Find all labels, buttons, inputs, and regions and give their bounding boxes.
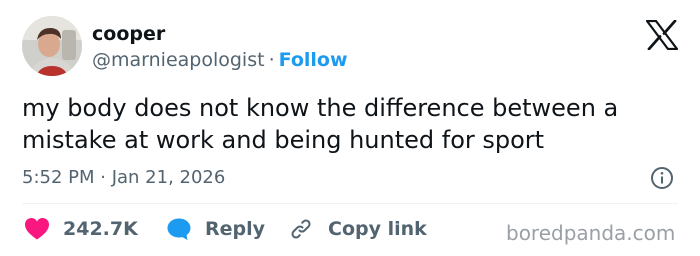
tweet-card: cooper @marnieapologist · Follow my body d… (0, 0, 700, 256)
author-handle-line: @marnieapologist · Follow (92, 48, 348, 72)
reply-button[interactable]: Reply (166, 216, 265, 242)
author-name[interactable]: cooper (92, 22, 165, 46)
tweet-timestamp[interactable]: 5:52 PM · Jan 21, 2026 (22, 166, 225, 190)
x-logo-icon[interactable] (645, 19, 679, 51)
avatar[interactable] (22, 16, 82, 76)
separator-dot: · (268, 49, 275, 71)
reply-label: Reply (205, 218, 266, 240)
copy-link-label: Copy link (328, 218, 427, 240)
heart-icon (25, 218, 49, 240)
avatar-photo (22, 16, 82, 76)
like-button[interactable]: 242.7K (24, 216, 138, 242)
source-watermark: boredpanda.com (506, 221, 676, 245)
divider (22, 203, 678, 204)
reply-bubble-icon (167, 218, 191, 240)
info-icon[interactable] (650, 166, 674, 190)
author-handle[interactable]: @marnieapologist (92, 49, 265, 71)
copy-link-button[interactable]: Copy link (289, 216, 427, 242)
like-count: 242.7K (63, 218, 138, 240)
follow-button[interactable]: Follow (279, 49, 348, 71)
link-icon (291, 219, 311, 239)
tweet-text: my body does not know the difference bet… (22, 94, 619, 154)
